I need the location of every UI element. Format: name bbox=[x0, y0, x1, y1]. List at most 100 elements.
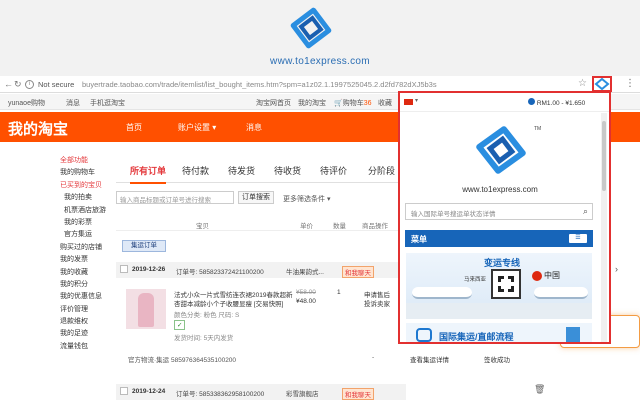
order-number: 订单号: 585823372421100200 bbox=[176, 269, 264, 276]
sidebar-item[interactable]: 我的发票 bbox=[60, 254, 106, 266]
plane-right-icon bbox=[534, 287, 588, 299]
cart-link[interactable]: 🛒购物车36 bbox=[334, 98, 372, 108]
order-checkbox[interactable] bbox=[120, 265, 128, 273]
item-thumbnail[interactable] bbox=[126, 289, 166, 329]
nav-home[interactable]: 首页 bbox=[126, 122, 142, 133]
sidebar-item[interactable]: 我的积分 bbox=[60, 279, 106, 291]
sidebar-item[interactable]: 我的拍卖 bbox=[60, 192, 106, 204]
item-qty: 1 bbox=[337, 289, 341, 296]
item-ship-time: 发货时间: 5天内发货 bbox=[174, 335, 234, 342]
tracking-search-input[interactable]: 输入国际单号搜运单状态详情 ⌕ bbox=[405, 203, 593, 220]
tab-installments[interactable]: 分阶段 bbox=[368, 164, 395, 177]
sidebar-item[interactable]: 已买到的宝贝 bbox=[60, 180, 106, 192]
promo-site-text: www.to1express.com bbox=[270, 56, 370, 67]
china-flag-round-icon bbox=[532, 271, 542, 281]
sidebar-item[interactable]: 我的彩票 bbox=[60, 217, 106, 229]
back-icon[interactable]: ← bbox=[4, 79, 13, 89]
home-link[interactable]: 淘宝网首页 bbox=[256, 98, 291, 108]
tab-pending-shipment[interactable]: 待发货 bbox=[228, 164, 255, 177]
cart-label: 购物车 bbox=[342, 100, 364, 107]
sidebar-item[interactable]: 我的收藏 bbox=[60, 267, 106, 279]
sidebar-item[interactable]: 评价管理 bbox=[60, 304, 106, 316]
nav-account-settings[interactable]: 账户设置 ▾ bbox=[178, 122, 216, 133]
plane-left-icon bbox=[412, 287, 472, 299]
chevron-right-icon[interactable]: › bbox=[615, 264, 618, 274]
username-link[interactable]: yunaoe购物 bbox=[8, 98, 45, 108]
nav-messages[interactable]: 消息 bbox=[246, 122, 262, 133]
trademark-label: TM bbox=[534, 126, 542, 132]
shop-name[interactable]: 彩雪旗舰店 bbox=[286, 388, 319, 398]
shop-name[interactable]: 牛油果韵式... bbox=[286, 266, 324, 276]
more-filters-label: 更多筛选条件 bbox=[283, 196, 325, 203]
complain-link[interactable]: 投诉卖家 bbox=[364, 298, 390, 308]
sidebar-item[interactable]: 我的足迹 bbox=[60, 328, 106, 340]
sidebar-item[interactable]: 我的优惠信息 bbox=[60, 291, 106, 303]
security-label: Not secure bbox=[38, 80, 75, 89]
view-consolidation-link[interactable]: 查看集运详情 bbox=[410, 354, 449, 364]
my-taobao-link[interactable]: 我的淘宝 bbox=[298, 98, 326, 108]
shipping-dash: - bbox=[372, 354, 375, 361]
original-price: ¥58.00 bbox=[296, 289, 316, 296]
bookmark-star-icon[interactable]: ☆ bbox=[578, 78, 587, 89]
banner-from: 马来西亚 bbox=[464, 277, 487, 283]
col-qty: 数量 bbox=[333, 223, 346, 230]
sidebar-item[interactable]: 流量钱包 bbox=[60, 341, 106, 353]
flag-dropdown-icon[interactable]: ▾ bbox=[415, 97, 418, 104]
sidebar-item[interactable]: 我的购物车 bbox=[60, 167, 106, 179]
order-number: 订单号: 585338362958100200 bbox=[176, 391, 265, 398]
popup-scrollbar-thumb[interactable] bbox=[602, 121, 606, 191]
col-item: 宝贝 bbox=[196, 223, 209, 230]
sidebar-item[interactable]: 官方集运 bbox=[60, 229, 106, 241]
order-row: 2019-12-26 订单号: 585823372421100200 牛油果韵式… bbox=[116, 262, 406, 278]
sidebar-item[interactable]: 机票酒店旅游 bbox=[60, 205, 106, 217]
more-filters-link[interactable]: 更多筛选条件 ▾ bbox=[283, 194, 330, 204]
favorites-link[interactable]: 收藏 bbox=[378, 98, 392, 108]
shipping-route-banner[interactable]: 变运专线 马来西亚 中国 bbox=[406, 253, 592, 319]
consolidation-mark: 集运订单 bbox=[122, 240, 166, 252]
messages-link[interactable]: 消息 bbox=[66, 98, 80, 108]
popup-scrollbar[interactable] bbox=[601, 113, 607, 342]
china-flag-icon[interactable] bbox=[404, 99, 413, 105]
page-title[interactable]: 我的淘宝 bbox=[8, 118, 68, 139]
tab-pending-payment[interactable]: 待付款 bbox=[182, 164, 209, 177]
extension-popup: ▾ RM1.00 - ¥1.650 TM www.to1express.com … bbox=[398, 91, 611, 344]
col-actions: 商品操作 bbox=[362, 223, 388, 230]
tab-all-orders[interactable]: 所有订单 bbox=[130, 164, 167, 184]
reload-icon[interactable]: ↻ bbox=[14, 79, 22, 90]
sidebar-item[interactable]: 退款维权 bbox=[60, 316, 106, 328]
mobile-link[interactable]: 手机逛淘宝 bbox=[90, 98, 125, 108]
banner-to: 中国 bbox=[544, 271, 560, 280]
item-price: ¥48.00 bbox=[296, 298, 316, 305]
dress-image bbox=[138, 293, 154, 327]
order-row: 2019-12-24 订单号: 585338362958100200 彩雪旗舰店… bbox=[116, 384, 406, 400]
banner-ground bbox=[406, 303, 592, 319]
trash-icon[interactable]: 🗑 bbox=[534, 384, 545, 395]
currency-icon bbox=[528, 98, 535, 105]
info-icon[interactable]: i bbox=[25, 80, 34, 89]
to1express-logo-icon bbox=[290, 7, 332, 49]
search-icon[interactable]: ⌕ bbox=[583, 206, 588, 217]
order-date: 2019-12-24 bbox=[132, 388, 166, 395]
order-search-input[interactable]: 输入商品标题或订单号进行搜索 bbox=[116, 191, 234, 204]
item-color: 颜色分类: 粉色 尺码: S bbox=[174, 312, 240, 319]
tab-pending-review[interactable]: 待评价 bbox=[320, 164, 347, 177]
sidebar-item[interactable]: 全部功能 bbox=[60, 155, 106, 167]
tab-pending-receipt[interactable]: 待收货 bbox=[274, 164, 301, 177]
extension-button[interactable] bbox=[592, 76, 612, 92]
promo-banner: www.to1express.com bbox=[0, 0, 640, 76]
chat-badge[interactable]: 和我聊天 bbox=[342, 266, 374, 278]
browser-menu-icon[interactable]: ⋮ bbox=[625, 78, 635, 89]
sidebar-item[interactable]: 购买过的店铺 bbox=[60, 242, 106, 254]
order-checkbox[interactable] bbox=[120, 387, 128, 395]
delivery-status: 签收成功 bbox=[484, 357, 510, 364]
menu-toggle-icon[interactable]: ☰ bbox=[569, 234, 587, 243]
guarantee-badge-icon: ✓ bbox=[174, 320, 186, 330]
extension-logo-icon bbox=[594, 78, 610, 90]
process-banner[interactable]: 国际集运/直邮流程 bbox=[406, 323, 592, 342]
chat-badge[interactable]: 和我聊天 bbox=[342, 388, 374, 400]
cart-count: 36 bbox=[363, 100, 372, 107]
item-title-line2[interactable]: 杏甜本减龄小个子收腰显瘦 [交易快照] bbox=[174, 298, 283, 308]
order-date: 2019-12-26 bbox=[132, 266, 166, 273]
url-text[interactable]: buyertrade.taobao.com/trade/itemlist/lis… bbox=[82, 80, 437, 89]
order-search-button[interactable]: 订单搜索 bbox=[238, 191, 274, 204]
